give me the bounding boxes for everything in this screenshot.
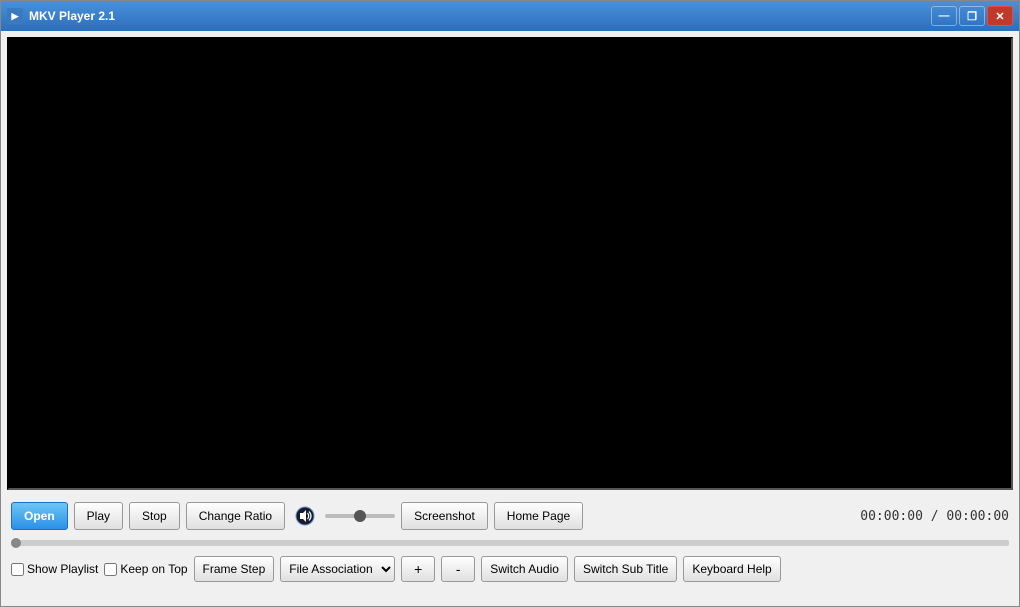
minus-button[interactable]: - (441, 556, 475, 582)
stop-button[interactable]: Stop (129, 502, 180, 530)
progress-row (11, 536, 1009, 550)
restore-button[interactable]: ❐ (959, 6, 985, 26)
show-playlist-text: Show Playlist (27, 562, 98, 576)
keep-on-top-checkbox[interactable] (104, 563, 117, 576)
play-button[interactable]: Play (74, 502, 123, 530)
keyboard-help-button[interactable]: Keyboard Help (683, 556, 780, 582)
change-ratio-button[interactable]: Change Ratio (186, 502, 285, 530)
title-bar-buttons: — ❐ ✕ (931, 6, 1013, 26)
frame-step-button[interactable]: Frame Step (194, 556, 275, 582)
keep-on-top-label[interactable]: Keep on Top (104, 562, 187, 576)
progress-bar-container (11, 537, 1009, 549)
controls-row2: Show Playlist Keep on Top Frame Step Fil… (11, 554, 1009, 584)
title-bar-left: ▶ MKV Player 2.1 (7, 8, 115, 24)
video-area (7, 37, 1013, 490)
home-page-button[interactable]: Home Page (494, 502, 583, 530)
controls-area: Open Play Stop Change Ratio Screenshot H… (1, 496, 1019, 606)
window-title: MKV Player 2.1 (29, 9, 115, 23)
switch-audio-button[interactable]: Switch Audio (481, 556, 568, 582)
keep-on-top-text: Keep on Top (120, 562, 187, 576)
time-display: 00:00:00 / 00:00:00 (860, 509, 1009, 524)
main-window: ▶ MKV Player 2.1 — ❐ ✕ Open Play Stop Ch… (0, 0, 1020, 607)
progress-bar[interactable] (11, 540, 1009, 546)
app-icon: ▶ (7, 8, 23, 24)
open-button[interactable]: Open (11, 502, 68, 530)
switch-sub-title-button[interactable]: Switch Sub Title (574, 556, 677, 582)
volume-icon[interactable] (291, 502, 319, 530)
file-association-dropdown[interactable]: File Association (280, 556, 395, 582)
close-button[interactable]: ✕ (987, 6, 1013, 26)
screenshot-button[interactable]: Screenshot (401, 502, 488, 530)
controls-row1: Open Play Stop Change Ratio Screenshot H… (11, 500, 1009, 532)
speaker-icon (295, 506, 315, 526)
plus-button[interactable]: + (401, 556, 435, 582)
volume-slider[interactable] (325, 514, 395, 518)
show-playlist-checkbox[interactable] (11, 563, 24, 576)
show-playlist-label[interactable]: Show Playlist (11, 562, 98, 576)
title-bar: ▶ MKV Player 2.1 — ❐ ✕ (1, 1, 1019, 31)
volume-slider-container (325, 514, 395, 518)
minimize-button[interactable]: — (931, 6, 957, 26)
